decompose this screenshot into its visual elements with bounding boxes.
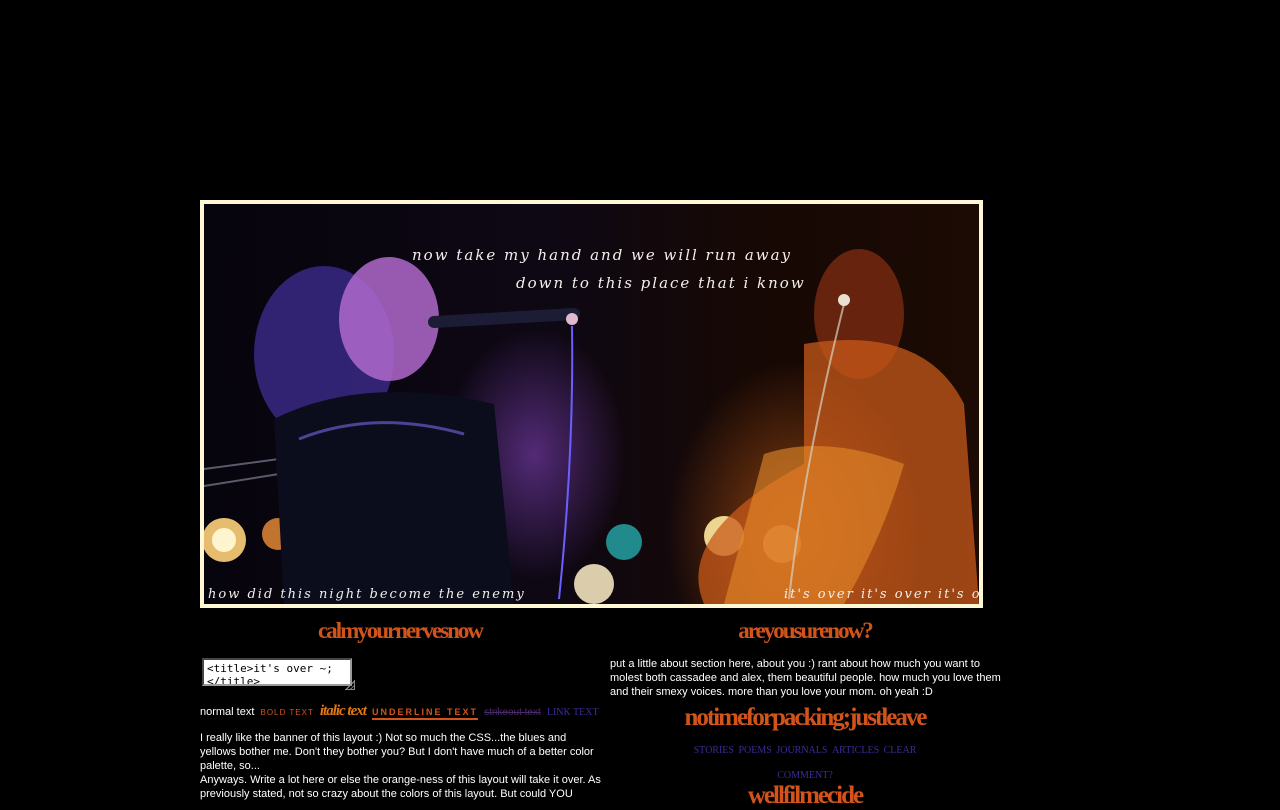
- right-column-heading: areyousurenow?: [738, 618, 873, 643]
- nav-link-poems[interactable]: POEMS: [738, 745, 771, 756]
- textarea-resize-handle[interactable]: [345, 680, 355, 690]
- left-column-heading: calmyournervesnow: [317, 618, 484, 643]
- banner-lyric-line-2: down to this place that i know: [516, 274, 806, 292]
- title-code-textarea[interactable]: <title>it's over ~;</title>: [202, 658, 352, 686]
- underline-text-sample: UNDERLINE TEXT: [372, 707, 479, 720]
- banner-lyric-line-1: now take my hand and we will run away: [412, 246, 793, 264]
- banner-lyric-bottom-left: how did this night become the enemy: [208, 587, 526, 602]
- about-text: put a little about section here, about y…: [610, 658, 1001, 698]
- nav-link-articles[interactable]: ARTICLES: [832, 745, 879, 756]
- body-paragraph: Anyways. Write a lot here or else the or…: [200, 774, 601, 800]
- navigation-heading: notimeforpacking;justleave: [684, 704, 927, 731]
- nav-link-stories[interactable]: STORIES: [694, 745, 734, 756]
- strikeout-text-sample: strikeout text: [484, 707, 541, 718]
- text-style-samples: normal text BOLD TEXT italic text UNDERL…: [200, 703, 599, 720]
- italic-text-sample: italic text: [319, 703, 367, 719]
- section-nav: STORIES POEMS JOURNALS ARTICLES CLEAR: [610, 745, 1000, 756]
- header-banner: now take my hand and we will run away do…: [200, 200, 983, 608]
- nav-link-journals[interactable]: JOURNALS: [776, 745, 827, 756]
- left-column-body: I really like the banner of this layout …: [200, 731, 605, 801]
- comment-link[interactable]: COMMENT?: [610, 770, 1000, 781]
- bold-text-sample: BOLD TEXT: [260, 708, 314, 717]
- banner-artwork: [204, 249, 979, 604]
- normal-text-sample: normal text: [200, 706, 255, 718]
- banner-lyric-bottom-right: it's over it's over it's over: [784, 587, 982, 602]
- link-text-sample[interactable]: LINK TEXT: [547, 707, 599, 718]
- nav-link-clear[interactable]: CLEAR: [884, 745, 917, 756]
- cutoff-heading: wellfilmecide: [747, 782, 864, 809]
- about-section: put a little about section here, about y…: [610, 657, 1005, 699]
- body-paragraph: I really like the banner of this layout …: [200, 732, 594, 772]
